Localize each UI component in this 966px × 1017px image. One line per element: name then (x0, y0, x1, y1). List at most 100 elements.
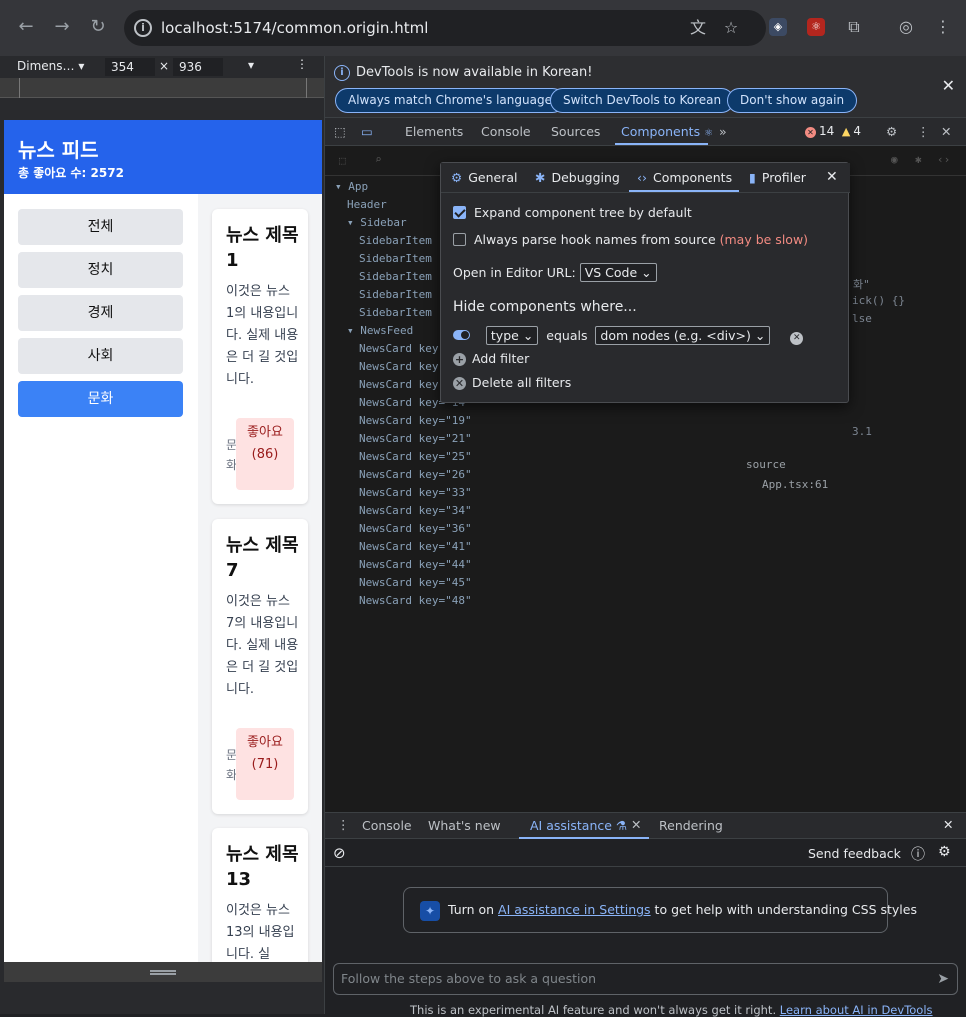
height-input[interactable]: 936 (173, 58, 223, 76)
switch-korean-button[interactable]: Switch DevTools to Korean (550, 88, 735, 113)
select-element-icon[interactable]: ⬚ (339, 154, 346, 167)
throttle-chevron-icon[interactable]: ▾ (248, 58, 254, 72)
dont-show-again-button[interactable]: Don't show again (727, 88, 858, 113)
expand-tree-option[interactable]: Expand component tree by default (453, 205, 692, 220)
category-all[interactable]: 전체 (18, 209, 183, 245)
ai-settings-link[interactable]: AI assistance in Settings (498, 902, 651, 917)
bug-icon[interactable]: ✱ (915, 153, 922, 166)
tree-row[interactable]: NewsCard key="44" (359, 556, 472, 574)
search-icon[interactable]: ⌕ (375, 153, 382, 166)
issue-counter[interactable]: ✕ 14 ▲ 4 (805, 124, 861, 138)
ai-settings-icon[interactable]: ⚙ (938, 844, 951, 860)
profile-icon[interactable]: ◎ (895, 16, 917, 38)
send-feedback-link[interactable]: Send feedback (808, 846, 901, 861)
clear-icon[interactable]: ⊘ (333, 844, 346, 862)
tree-row[interactable]: ▾ NewsFeed (347, 322, 413, 340)
tree-row[interactable]: Header (347, 196, 387, 214)
device-toggle-icon[interactable]: ▭ (361, 124, 373, 139)
back-icon[interactable]: ← (15, 16, 37, 38)
tree-row[interactable]: NewsCard key (359, 376, 438, 394)
tree-row[interactable]: NewsCard key="34" (359, 502, 472, 520)
filter-field-select[interactable]: type ⌄ (485, 326, 539, 345)
address-bar[interactable]: i localhost:5174/common.origin.html 文 ☆ (124, 10, 766, 46)
tree-row[interactable]: SidebarItem (359, 268, 432, 286)
close-devtools-icon[interactable]: ✕ (941, 124, 951, 139)
tree-row[interactable]: NewsCard key="48" (359, 592, 472, 610)
tree-row[interactable]: NewsCard key="21" (359, 430, 472, 448)
tree-row[interactable]: NewsCard key="19" (359, 412, 472, 430)
tab-sources[interactable]: Sources (551, 124, 600, 139)
star-icon[interactable]: ☆ (720, 17, 742, 39)
drawer-tab-console[interactable]: Console (362, 818, 412, 833)
tree-row[interactable]: ▾ App (335, 178, 368, 196)
close-drawer-icon[interactable]: ✕ (943, 817, 953, 832)
width-input[interactable]: 354 (105, 58, 155, 76)
tree-row[interactable]: NewsCard key (359, 340, 438, 358)
reload-icon[interactable]: ↻ (87, 16, 109, 38)
tab-components[interactable]: Components ⚛ (621, 124, 713, 139)
category-society[interactable]: 사회 (18, 338, 183, 374)
close-icon[interactable]: ✕ (942, 76, 955, 95)
category-politics[interactable]: 정치 (18, 252, 183, 288)
parse-hooks-option[interactable]: Always parse hook names from source (may… (453, 232, 808, 247)
forward-icon[interactable]: → (51, 16, 73, 38)
editor-select[interactable]: VS Code ⌄ (579, 263, 657, 282)
remove-filter-icon[interactable]: ✕ (790, 332, 804, 345)
tree-row[interactable]: SidebarItem (359, 304, 432, 322)
tab-console[interactable]: Console (481, 124, 531, 139)
category-culture[interactable]: 문화 (18, 381, 183, 417)
more-tabs-icon[interactable]: » (719, 124, 727, 139)
eye-icon[interactable]: ◉ (891, 153, 898, 166)
close-icon[interactable]: ✕ (826, 169, 838, 185)
settings-tab-debugging[interactable]: ✱ Debugging (535, 170, 620, 185)
tree-row[interactable]: NewsCard key="45" (359, 574, 472, 592)
more-options-icon[interactable]: ⋮ (296, 57, 308, 71)
translate-icon[interactable]: 文 (687, 17, 709, 39)
tree-row[interactable]: NewsCard key="41" (359, 538, 472, 556)
ask-question-input[interactable]: Follow the steps above to ask a question… (333, 963, 958, 995)
delete-filters-button[interactable]: ✕ Delete all filters (453, 375, 571, 390)
category-economy[interactable]: 경제 (18, 295, 183, 331)
source-value[interactable]: App.tsx:61 (762, 478, 828, 491)
like-button[interactable]: 좋아요 (86) (236, 418, 294, 490)
settings-tab-components[interactable]: ‹› Components (637, 170, 732, 185)
menu-icon[interactable]: ⋮ (932, 16, 954, 38)
code-icon[interactable]: ‹› (937, 153, 950, 166)
help-icon[interactable]: ⓘ (911, 844, 925, 864)
tree-row[interactable]: NewsCard key="33" (359, 484, 472, 502)
tree-row[interactable]: NewsCard key="36" (359, 520, 472, 538)
tree-row[interactable]: NewsCard key="25" (359, 448, 472, 466)
drawer-menu-icon[interactable]: ⋮ (337, 817, 350, 832)
tree-row[interactable]: SidebarItem (359, 232, 432, 250)
like-button[interactable]: 좋아요 (71) (236, 728, 294, 800)
extension-icon[interactable]: ◈ (769, 18, 787, 36)
settings-tab-profiler[interactable]: ▮ Profiler (749, 170, 806, 185)
puzzle-icon[interactable]: ⧉ (843, 16, 865, 38)
dimensions-select[interactable]: Dimens… ▾ (17, 59, 84, 73)
info-icon[interactable]: i (134, 19, 152, 37)
drawer-tab-ai-assistance[interactable]: AI assistance ⚗ (530, 818, 627, 833)
tab-elements[interactable]: Elements (405, 124, 463, 139)
resize-handle[interactable] (4, 962, 322, 982)
match-language-button[interactable]: Always match Chrome's language (335, 88, 565, 113)
drawer-tab-whats-new[interactable]: What's new (428, 818, 501, 833)
send-icon[interactable]: ➤ (937, 964, 949, 994)
tree-row[interactable]: SidebarItem (359, 250, 432, 268)
inspect-icon[interactable]: ⬚ (334, 124, 346, 139)
settings-tab-general[interactable]: ⚙ General (451, 170, 517, 185)
learn-more-link[interactable]: Learn about AI in DevTools (780, 1003, 933, 1017)
close-ai-tab-icon[interactable]: ✕ (631, 817, 641, 832)
react-devtools-extension-icon[interactable]: ⚛ (807, 18, 825, 36)
expand-tree-checkbox[interactable] (453, 206, 466, 219)
tree-row[interactable]: ▾ Sidebar (347, 214, 407, 232)
drawer-tab-rendering[interactable]: Rendering (659, 818, 723, 833)
tree-row[interactable]: NewsCard key="26" (359, 466, 472, 484)
tree-row[interactable]: NewsCard key (359, 358, 438, 376)
add-filter-button[interactable]: + Add filter (453, 351, 529, 366)
settings-gear-icon[interactable]: ⚙ (886, 124, 897, 139)
more-menu-icon[interactable]: ⋮ (917, 124, 930, 139)
parse-hooks-checkbox[interactable] (453, 233, 466, 246)
tree-row[interactable]: SidebarItem (359, 286, 432, 304)
filter-value-select[interactable]: dom nodes (e.g. <div>) ⌄ (595, 326, 771, 345)
filter-toggle[interactable] (453, 330, 470, 340)
